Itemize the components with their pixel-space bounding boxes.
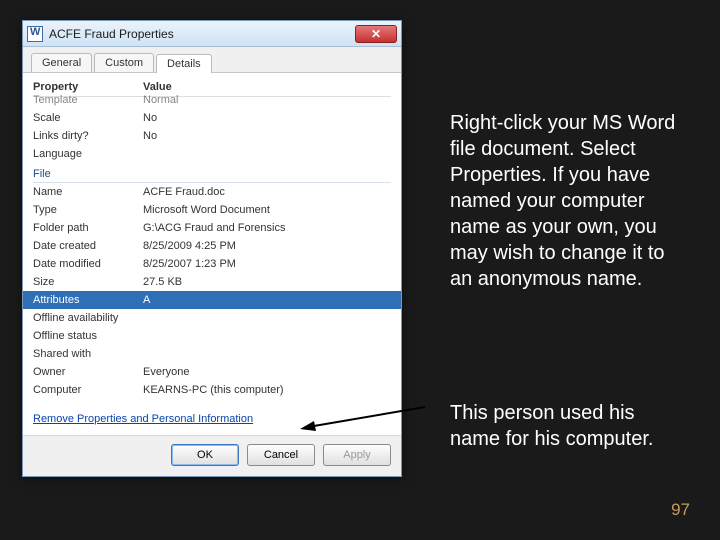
tabstrip: General Custom Details (23, 47, 401, 73)
property-value: G:\ACG Fraud and Forensics (143, 222, 391, 234)
property-label: Date created (33, 240, 143, 252)
property-value: No (143, 130, 391, 142)
titlebar[interactable]: ACFE Fraud Properties ✕ (23, 21, 401, 47)
property-value: A (143, 294, 391, 306)
file-row[interactable]: ComputerKEARNS-PC (this computer) (33, 381, 391, 399)
property-label: Type (33, 204, 143, 216)
property-label: Template (33, 94, 143, 106)
file-row[interactable]: Date created8/25/2009 4:25 PM (33, 237, 391, 255)
ok-button[interactable]: OK (171, 444, 239, 466)
property-label: Language (33, 148, 143, 160)
group-file: File (33, 165, 391, 183)
file-row[interactable]: OwnerEveryone (33, 363, 391, 381)
properties-dialog: ACFE Fraud Properties ✕ General Custom D… (22, 20, 402, 477)
file-row[interactable]: TypeMicrosoft Word Document (33, 201, 391, 219)
caption-note: This person used his name for his comput… (450, 400, 690, 452)
property-label: Folder path (33, 222, 143, 234)
property-label: Scale (33, 112, 143, 124)
cancel-button[interactable]: Cancel (247, 444, 315, 466)
property-label: Links dirty? (33, 130, 143, 142)
apply-button[interactable]: Apply (323, 444, 391, 466)
property-label: Shared with (33, 348, 143, 360)
property-value: 27.5 KB (143, 276, 391, 288)
remove-properties-link[interactable]: Remove Properties and Personal Informati… (23, 399, 401, 435)
details-pane: Property Value TemplateNormalScaleNoLink… (23, 73, 401, 399)
property-label: Size (33, 276, 143, 288)
property-label: Computer (33, 384, 143, 396)
instruction-note: Right-click your MS Word file document. … (450, 110, 690, 292)
property-label: Attributes (33, 294, 143, 306)
property-value: KEARNS-PC (this computer) (143, 384, 391, 396)
top-row[interactable]: TemplateNormal (33, 91, 391, 109)
property-label: Owner (33, 366, 143, 378)
window-title: ACFE Fraud Properties (49, 27, 355, 41)
top-row[interactable]: Language (33, 145, 391, 163)
property-value: 8/25/2009 4:25 PM (143, 240, 391, 252)
dialog-buttons: OK Cancel Apply (23, 435, 401, 476)
property-value: No (143, 112, 391, 124)
property-label: Offline status (33, 330, 143, 342)
top-row[interactable]: ScaleNo (33, 109, 391, 127)
file-row[interactable]: Offline status (33, 327, 391, 345)
file-row[interactable]: AttributesA (23, 291, 401, 309)
tab-details[interactable]: Details (156, 54, 212, 73)
tab-general[interactable]: General (31, 53, 92, 72)
property-value: ACFE Fraud.doc (143, 186, 391, 198)
property-label: Date modified (33, 258, 143, 270)
file-row[interactable]: Offline availability (33, 309, 391, 327)
close-icon: ✕ (371, 27, 381, 41)
page-number: 97 (671, 500, 690, 520)
close-button[interactable]: ✕ (355, 25, 397, 43)
file-row[interactable]: Shared with (33, 345, 391, 363)
top-row[interactable]: Links dirty?No (33, 127, 391, 145)
tab-custom[interactable]: Custom (94, 53, 154, 72)
property-label: Offline availability (33, 312, 143, 324)
property-label: Name (33, 186, 143, 198)
property-value: Microsoft Word Document (143, 204, 391, 216)
file-row[interactable]: Date modified8/25/2007 1:23 PM (33, 255, 391, 273)
file-row[interactable]: Size27.5 KB (33, 273, 391, 291)
property-value: Normal (143, 94, 391, 106)
property-value: 8/25/2007 1:23 PM (143, 258, 391, 270)
property-value: Everyone (143, 366, 391, 378)
file-row[interactable]: NameACFE Fraud.doc (33, 183, 391, 201)
word-document-icon (27, 26, 43, 42)
file-row[interactable]: Folder pathG:\ACG Fraud and Forensics (33, 219, 391, 237)
